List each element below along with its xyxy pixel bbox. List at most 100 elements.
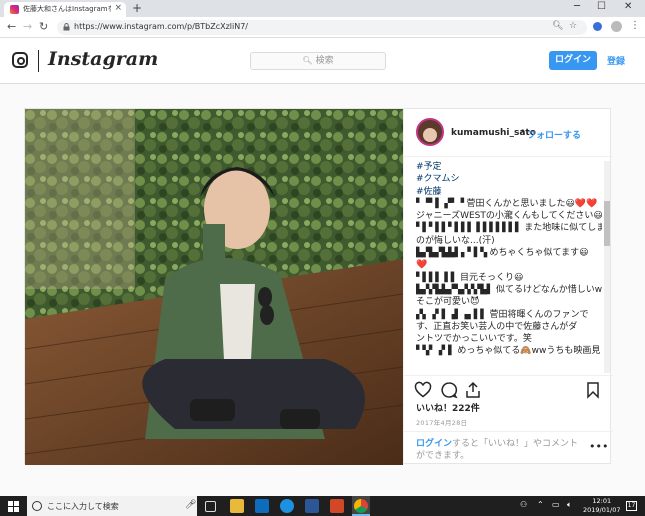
comment-text: 菅田将暉くんのファンで [489, 309, 589, 320]
comment-line: ジャニーズWESTの小瀧くんもしてください😃😈 [416, 210, 602, 222]
extension-icon[interactable] [593, 22, 602, 31]
windows-taskbar: ここに入力して検索 🎤︎ ⚇ ⌃ ▭ 🔈︎ 12:01 2019/01/07 1… [0, 496, 645, 516]
comment-line: #クマムシ [416, 173, 602, 185]
user-avatar[interactable] [416, 118, 444, 146]
edge-icon[interactable] [280, 499, 294, 513]
address-bar[interactable]: https://www.instagram.com/p/BTbZcXzliN7/… [57, 20, 587, 35]
maximize-button[interactable]: ☐ [597, 1, 606, 12]
comment-text: 菅田くんかと思いました😃❤️❤️ [466, 198, 598, 209]
search-input[interactable]: 🔍︎ 検索 [250, 52, 386, 70]
hashtag-link[interactable]: #予定 [416, 162, 442, 172]
comment-text: また地味に似てしまっている [524, 223, 602, 234]
action-bar [404, 375, 613, 403]
comment-username[interactable]: ▙▞▞▙▙▞▚▞▞▞▙▌ [416, 285, 494, 295]
window-close-button[interactable]: ✕ [624, 1, 632, 12]
outlook-icon[interactable] [255, 499, 269, 513]
comment-username[interactable]: ▘▝▘▌ ▞▘▝ [416, 199, 464, 209]
comment-text: そこが可愛い😈 [416, 297, 480, 308]
tab-title: 佐藤大和さんはInstagramを利用し [23, 5, 111, 13]
lock-icon [63, 23, 70, 31]
post-header: kumamushi_sato • フォローする [404, 109, 613, 157]
comment-line: ▙▞▞▙▙▞▚▞▞▞▙▌ 似てるけどなんか惜しいwww [416, 284, 602, 296]
url-text: https://www.instagram.com/p/BTbZcXzliN7/ [74, 22, 248, 31]
comment-line: のが悔しいな...(汗) [416, 235, 602, 247]
network-icon[interactable]: ▭ [552, 500, 560, 509]
new-tab-button[interactable]: + [132, 1, 142, 15]
comment-list: #予定 #クマムシ #佐藤 ▘▝▘▌ ▞▘▝ 菅田くんかと思いました😃❤️❤️ ジャニー… [416, 161, 602, 373]
tray-chevron-icon[interactable]: ⌃ [537, 500, 544, 509]
comment-line: ▙▞▙▞▙▙▌▖▘▌▚ めちゃくちゃ似てます😃 [416, 247, 602, 259]
comment-username[interactable]: ▙▞▙▞▙▙▌▖▘▌▚ [416, 248, 487, 258]
comment-line: ▘▝▘▌ ▞▘▝ 菅田くんかと思いました😃❤️❤️ [416, 198, 602, 210]
comment-line: #佐藤 [416, 186, 602, 198]
bookmark-star-icon[interactable]: ☆ [569, 21, 577, 31]
clock-date: 2019/01/07 [583, 506, 621, 514]
post-photo[interactable] [25, 109, 403, 465]
comment-text: のが悔しいな...(汗) [416, 235, 495, 246]
instagram-header: Instagram 🔍︎ 検索 ログイン 登録 [0, 38, 645, 84]
forward-arrow-icon[interactable]: → [23, 20, 32, 33]
post-sidebar: kumamushi_sato • フォローする #予定 #クマムシ #佐藤 ▘▝▘▌ … [403, 109, 613, 465]
comment-line: ▘▚▘▗▘▌ めっちゃ似てる🙈wwうちも映画見 [416, 345, 602, 357]
scrollbar-thumb[interactable] [604, 201, 610, 246]
hashtag-link[interactable]: #クマムシ [416, 174, 460, 184]
clock-time: 12:01 [592, 497, 612, 505]
comment-username[interactable]: ▞▖▗▘▌▗▌▗▖▌▌ [416, 310, 487, 320]
instagram-favicon-icon [10, 5, 19, 14]
comment-text: めちゃくちゃ似てます😃 [489, 248, 589, 259]
comment-text: ❤️ [416, 260, 428, 271]
comment-scrollbar[interactable] [604, 161, 610, 373]
comment-line: す、正直お笑い芸人の中で佐藤さんがダ [416, 321, 602, 333]
post-date: 2017年4月28日 [416, 419, 468, 427]
zoom-icon[interactable]: 🔍︎ [552, 21, 563, 31]
taskbar-search-input[interactable]: ここに入力して検索 🎤︎ [27, 496, 197, 516]
comment-username[interactable]: ▘▚▘▗▘▌ [416, 346, 455, 356]
follow-button[interactable]: フォローする [527, 128, 581, 141]
login-prompt-link[interactable]: ログイン [416, 439, 452, 449]
signup-link[interactable]: 登録 [607, 54, 625, 67]
chrome-icon[interactable] [354, 499, 368, 513]
hashtag-link[interactable]: #佐藤 [416, 187, 442, 197]
comment-username[interactable]: ▘▌▌▌ ▌▌ [416, 273, 458, 283]
word-icon[interactable] [305, 499, 319, 513]
microphone-icon[interactable]: 🎤︎ [185, 500, 196, 510]
heart-icon[interactable] [414, 381, 432, 399]
task-view-icon[interactable] [205, 501, 216, 512]
comment-icon[interactable] [440, 381, 458, 399]
comment-line: #予定 [416, 161, 602, 173]
login-prompt-text: ログインすると「いいね！」やコメントができます。 [416, 438, 584, 462]
comment-line: ❤️ [416, 259, 602, 271]
comment-line: そこが可愛い😈 [416, 296, 602, 308]
comment-username[interactable]: ▘▌▘▌▌▘▌▌▌ ▌▌▌▌▌▌▌ [416, 223, 522, 233]
post-photo-illustration [25, 109, 403, 465]
powerpoint-icon[interactable] [330, 499, 344, 513]
browser-menu-icon[interactable]: ⋮ [630, 20, 640, 31]
tab-close-icon[interactable]: × [114, 3, 122, 13]
separator-dot: • [520, 127, 526, 137]
windows-start-icon[interactable] [8, 501, 19, 512]
bookmark-icon[interactable] [584, 381, 602, 399]
share-icon[interactable] [464, 381, 482, 399]
file-explorer-icon[interactable] [230, 499, 244, 513]
comment-line: ▞▖▗▘▌▗▌▗▖▌▌ 菅田将暉くんのファンで [416, 309, 602, 321]
comment-line: ントツでかっこいいです。笑 [416, 333, 602, 345]
instagram-camera-icon[interactable] [12, 52, 28, 68]
minimize-button[interactable]: ─ [574, 1, 580, 12]
people-icon[interactable]: ⚇ [520, 500, 527, 509]
login-button[interactable]: ログイン [549, 51, 597, 70]
reload-icon[interactable]: ↻ [39, 20, 48, 33]
instagram-wordmark[interactable]: Instagram [48, 48, 158, 70]
comment-line: ▘▌▌▌ ▌▌ 目元そっくり😃 [416, 272, 602, 284]
taskbar-clock[interactable]: 12:01 2019/01/07 [583, 497, 620, 515]
header-divider [38, 50, 39, 72]
back-arrow-icon[interactable]: ← [7, 20, 16, 33]
volume-icon[interactable]: 🔈︎ [567, 500, 572, 510]
browser-tab[interactable]: 佐藤大和さんはInstagramを利用し × [4, 2, 126, 17]
profile-avatar-icon[interactable] [611, 21, 622, 32]
search-icon: 🔍︎ [302, 56, 313, 65]
post-card: kumamushi_sato • フォローする #予定 #クマムシ #佐藤 ▘▝▘▌ … [24, 108, 613, 465]
more-options-icon[interactable]: ••• [589, 440, 608, 453]
cortana-icon [32, 501, 42, 511]
notification-center-icon[interactable]: 17 [626, 501, 637, 511]
like-count[interactable]: いいね！222件 [416, 401, 480, 414]
